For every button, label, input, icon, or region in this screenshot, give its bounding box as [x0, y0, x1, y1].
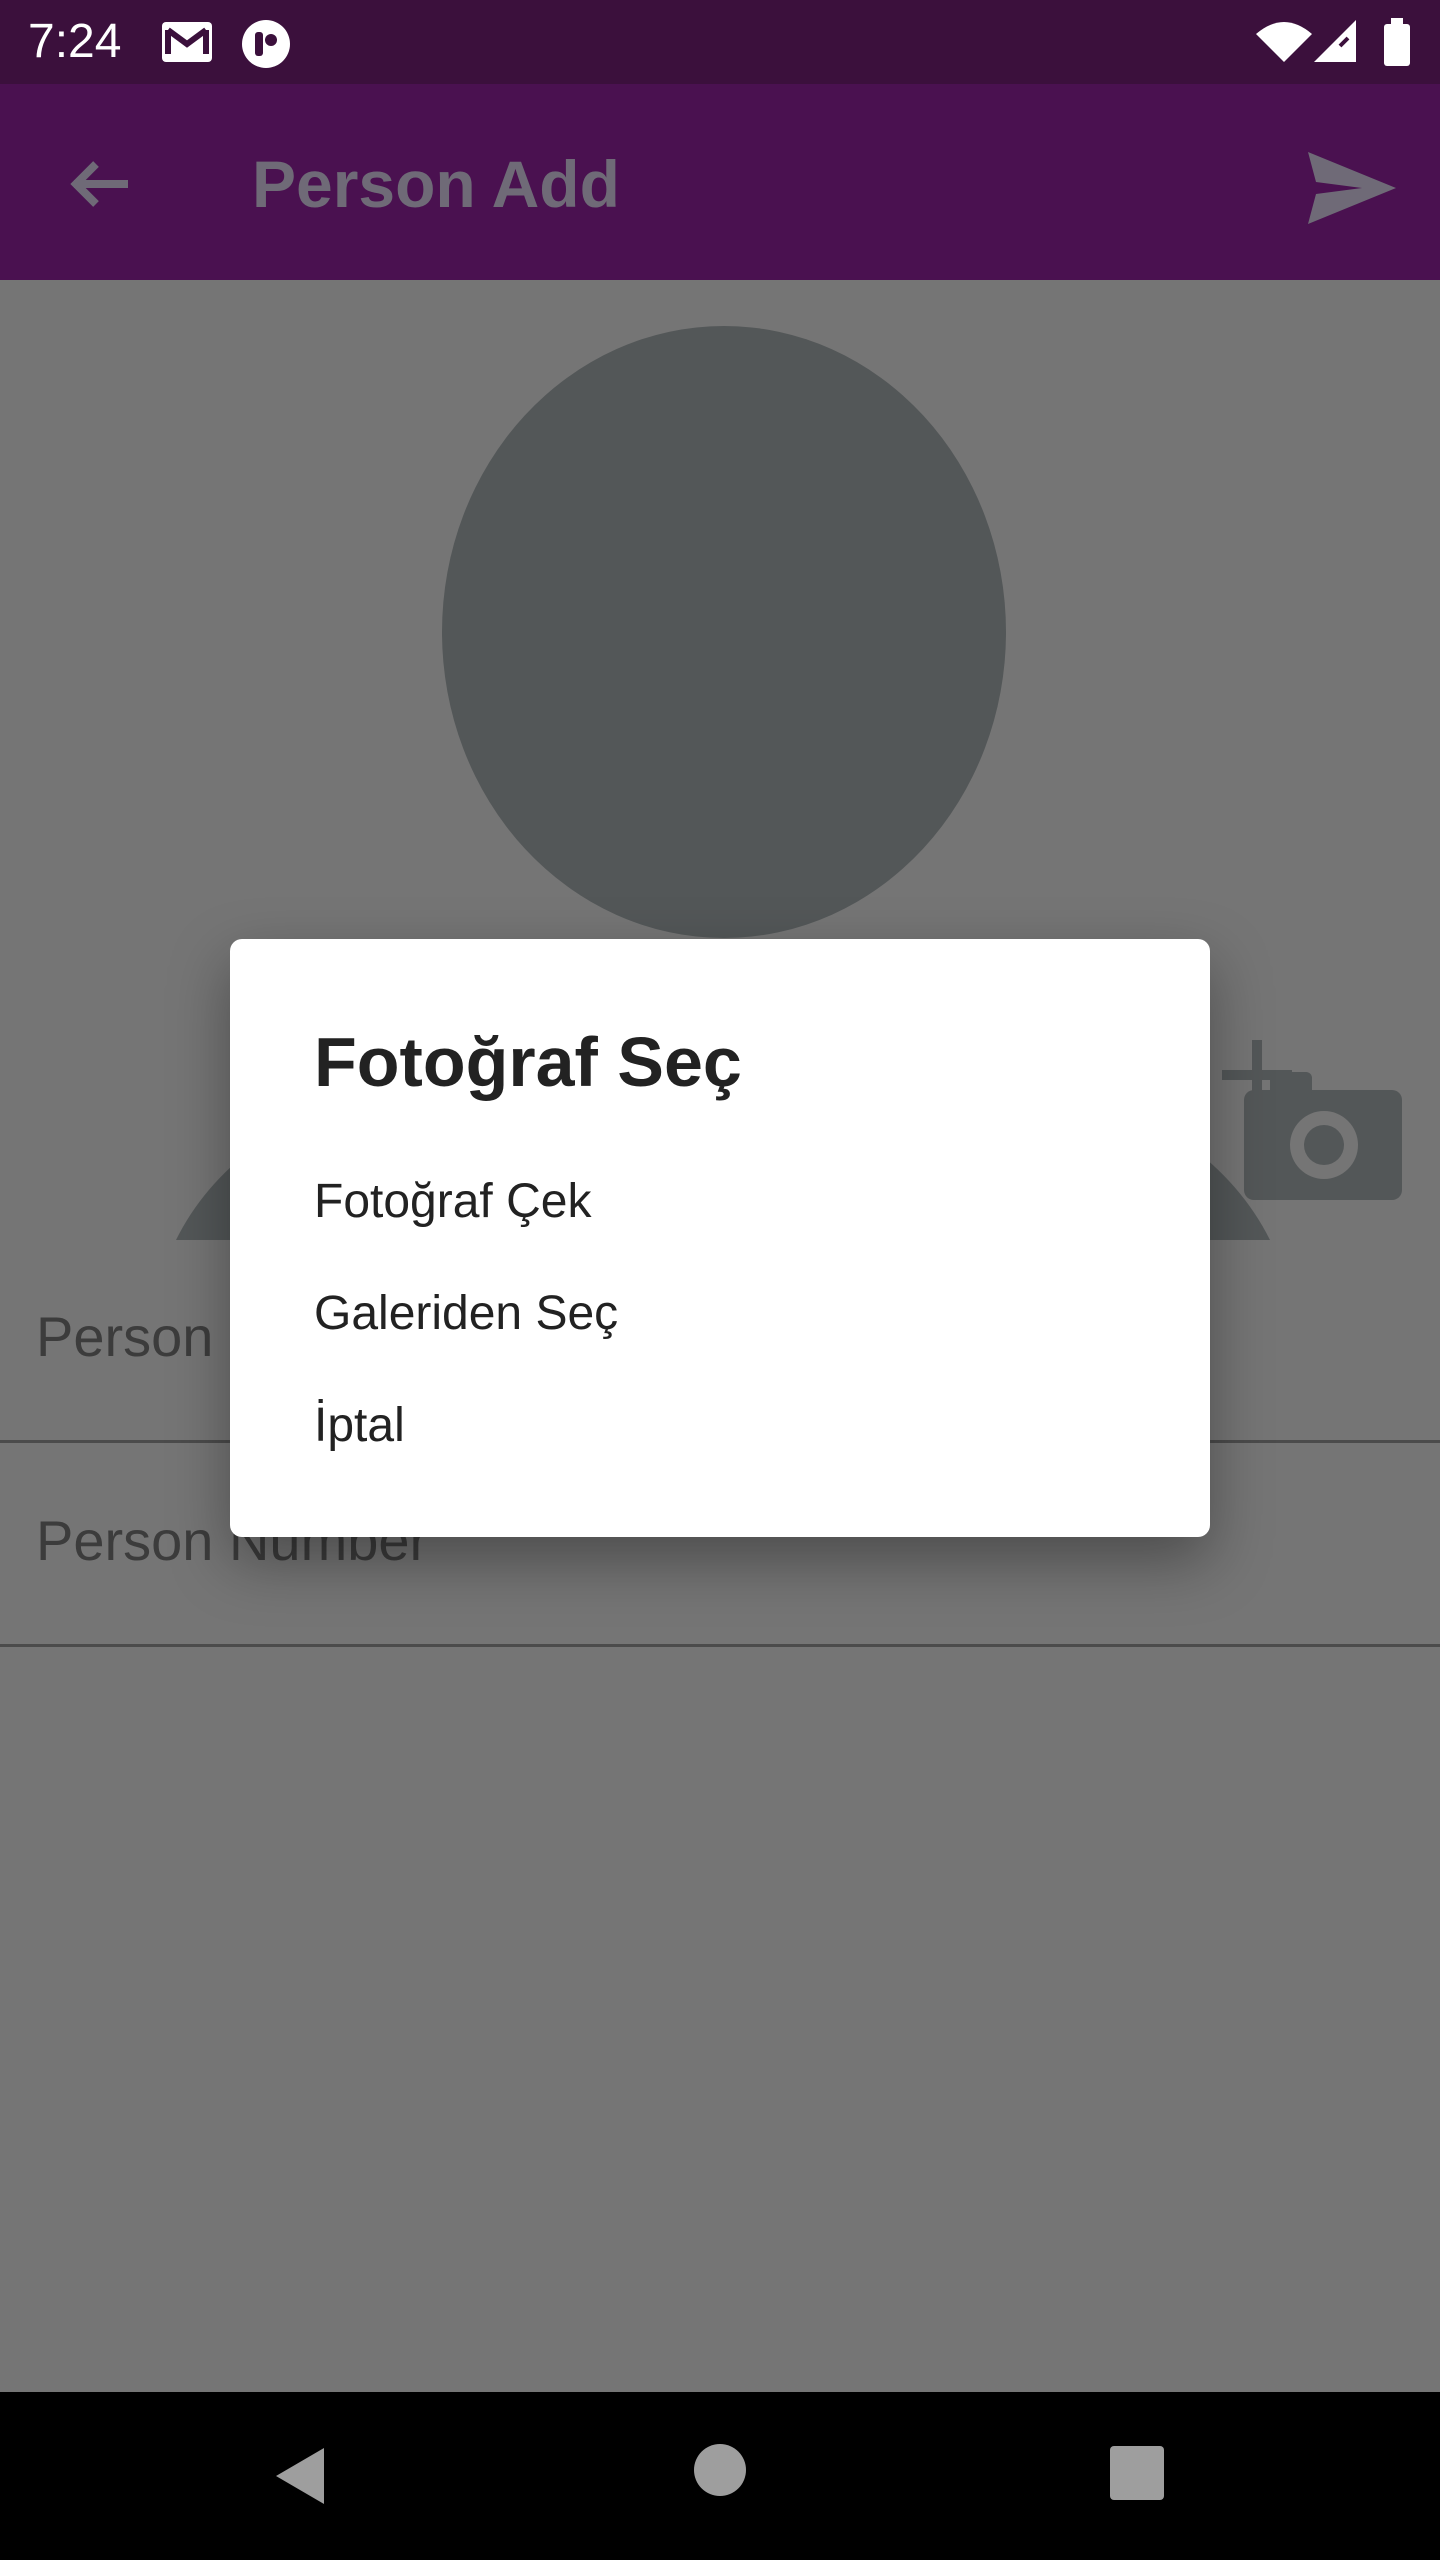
app-notification-icon — [240, 18, 292, 75]
dialog-title: Fotoğraf Seç — [314, 1023, 742, 1101]
back-button[interactable] — [58, 144, 138, 224]
send-button[interactable] — [1302, 138, 1402, 238]
cellular-signal-icon — [1314, 18, 1358, 69]
nav-back-button[interactable] — [272, 2444, 336, 2508]
nav-back-icon — [276, 2448, 324, 2504]
gmail-icon — [160, 18, 214, 71]
choose-from-gallery-option[interactable]: Galeriden Seç — [314, 1283, 618, 1345]
arrow-back-icon — [70, 161, 128, 207]
photo-picker-dialog: Fotoğraf Seç Fotoğraf Çek Galeriden Seç … — [230, 939, 1210, 1537]
take-photo-option[interactable]: Fotoğraf Çek — [314, 1171, 591, 1233]
wifi-icon — [1256, 18, 1312, 69]
nav-recents-button[interactable] — [1110, 2446, 1164, 2500]
nav-home-button[interactable] — [694, 2444, 746, 2496]
status-time: 7:24 — [28, 15, 122, 68]
add-camera-icon — [1222, 1040, 1402, 1200]
status-bar: 7:24 — [0, 0, 1440, 84]
cancel-option[interactable]: İptal — [314, 1395, 405, 1457]
send-icon — [1308, 152, 1396, 224]
add-photo-button[interactable] — [1212, 1020, 1412, 1200]
app-bar: Person Add — [0, 84, 1440, 280]
page-title: Person Add — [252, 147, 620, 221]
battery-icon — [1382, 18, 1412, 73]
navigation-bar — [0, 2392, 1440, 2560]
